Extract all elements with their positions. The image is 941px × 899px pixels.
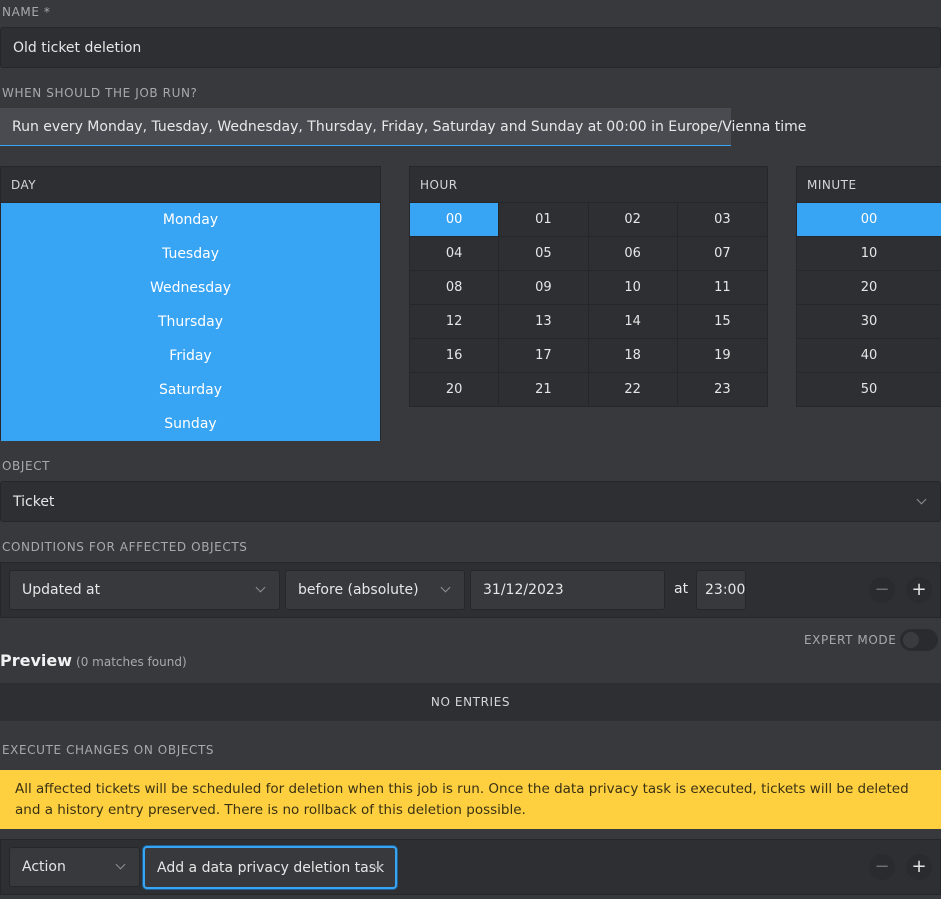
condition-time-input[interactable]: 23:00 — [696, 570, 746, 610]
condition-attribute-value: Updated at — [22, 582, 101, 598]
hour-option[interactable]: 05 — [499, 237, 589, 271]
deletion-warning: All affected tickets will be scheduled f… — [0, 770, 941, 829]
object-label: OBJECT — [2, 459, 51, 473]
hour-panel: HOUR 00 01 02 03 04 05 06 07 08 09 10 11 12 13 14 15 16 1… — [409, 166, 768, 407]
hour-option[interactable]: 02 — [588, 203, 678, 237]
minute-option[interactable]: 30 — [797, 305, 941, 339]
hour-option[interactable]: 12 — [410, 305, 500, 339]
minute-panel: MINUTE 00 10 20 30 40 50 — [796, 166, 941, 407]
condition-attribute-select[interactable]: Updated at — [9, 570, 280, 610]
schedule-summary: Run every Monday, Tuesday, Wednesday, Th… — [0, 108, 806, 146]
hour-option[interactable]: 04 — [410, 237, 500, 271]
preview-empty: NO ENTRIES — [0, 683, 941, 721]
chevron-down-icon — [115, 859, 126, 870]
day-option[interactable]: Thursday — [1, 305, 380, 339]
action-select[interactable]: Action — [9, 847, 140, 887]
schedule-label: WHEN SHOULD THE JOB RUN? — [2, 86, 198, 100]
condition-operator-select[interactable]: before (absolute) — [285, 570, 465, 610]
day-option[interactable]: Saturday — [1, 373, 380, 407]
hour-option[interactable]: 23 — [677, 373, 767, 407]
action-remove-button[interactable]: − — [869, 854, 895, 880]
minute-option[interactable]: 20 — [797, 271, 941, 305]
name-input[interactable]: Old ticket deletion — [0, 27, 941, 68]
day-list: Monday Tuesday Wednesday Thursday Friday Satu… — [1, 203, 380, 441]
action-add-button[interactable]: + — [906, 854, 932, 880]
expert-mode-label: EXPERT MODE — [804, 633, 897, 647]
hour-option[interactable]: 17 — [499, 339, 589, 373]
day-option[interactable]: Monday — [1, 203, 380, 237]
hour-option[interactable]: 08 — [410, 271, 500, 305]
hour-grid: 00 01 02 03 04 05 06 07 08 09 10 11 12 13 14 15 16 17 18 19… — [410, 203, 767, 407]
hour-option[interactable]: 22 — [588, 373, 678, 407]
hour-option[interactable]: 01 — [499, 203, 589, 237]
day-option[interactable]: Tuesday — [1, 237, 380, 271]
minute-option[interactable]: 40 — [797, 339, 941, 373]
expert-mode-toggle[interactable] — [900, 629, 938, 651]
action-value-select[interactable]: Add a data privacy deletion task — [143, 846, 397, 889]
hour-option[interactable]: 00 — [410, 203, 500, 237]
condition-add-button[interactable]: + — [906, 577, 932, 603]
condition-date-value: 31/12/2023 — [483, 582, 564, 598]
minute-option[interactable]: 10 — [797, 237, 941, 271]
schedule-summary-text: Run every Monday, Tuesday, Wednesday, Th… — [12, 118, 807, 135]
hour-option[interactable]: 21 — [499, 373, 589, 407]
conditions-label: CONDITIONS FOR AFFECTED OBJECTS — [2, 540, 248, 554]
condition-remove-button[interactable]: − — [869, 577, 895, 603]
object-select[interactable]: Ticket — [0, 481, 941, 522]
minute-option[interactable]: 00 — [797, 203, 941, 237]
hour-option[interactable]: 18 — [588, 339, 678, 373]
condition-at-label: at — [674, 581, 689, 597]
execute-label: EXECUTE CHANGES ON OBJECTS — [2, 743, 215, 757]
name-label: NAME * — [2, 5, 51, 19]
hour-option[interactable]: 19 — [677, 339, 767, 373]
hour-option[interactable]: 13 — [499, 305, 589, 339]
chevron-down-icon — [440, 582, 451, 593]
hour-option[interactable]: 15 — [677, 305, 767, 339]
action-value-text: Add a data privacy deletion task — [157, 859, 385, 876]
hour-option[interactable]: 06 — [588, 237, 678, 271]
hour-option[interactable]: 14 — [588, 305, 678, 339]
condition-date-input[interactable]: 31/12/2023 — [470, 570, 665, 610]
action-row: Action Add a data privacy deletion task … — [0, 839, 941, 895]
hour-option[interactable]: 11 — [677, 271, 767, 305]
hour-option[interactable]: 07 — [677, 237, 767, 271]
condition-operator-value: before (absolute) — [298, 582, 419, 598]
action-select-value: Action — [22, 859, 66, 875]
minute-option[interactable]: 50 — [797, 373, 941, 407]
day-option[interactable]: Wednesday — [1, 271, 380, 305]
preview-title: Preview — [0, 651, 73, 670]
minute-list: 00 10 20 30 40 50 — [797, 203, 941, 407]
name-value: Old ticket deletion — [13, 39, 142, 56]
hour-option[interactable]: 20 — [410, 373, 500, 407]
day-header: DAY — [1, 167, 380, 203]
day-option[interactable]: Sunday — [1, 407, 380, 441]
day-option[interactable]: Friday — [1, 339, 380, 373]
condition-time-value: 23:00 — [705, 582, 746, 598]
condition-row: Updated at before (absolute) 31/12/2023 … — [0, 562, 941, 618]
object-value: Ticket — [13, 493, 55, 510]
hour-option[interactable]: 16 — [410, 339, 500, 373]
hour-option[interactable]: 09 — [499, 271, 589, 305]
day-panel: DAY Monday Tuesday Wednesday Thursday Friday… — [0, 166, 381, 441]
hour-option[interactable]: 10 — [588, 271, 678, 305]
hour-option[interactable]: 03 — [677, 203, 767, 237]
minute-header: MINUTE — [797, 167, 941, 203]
chevron-down-icon — [255, 582, 266, 593]
chevron-down-icon — [916, 494, 927, 505]
hour-header: HOUR — [410, 167, 767, 203]
preview-heading: Preview (0 matches found) — [0, 651, 187, 670]
preview-count: (0 matches found) — [76, 655, 187, 669]
